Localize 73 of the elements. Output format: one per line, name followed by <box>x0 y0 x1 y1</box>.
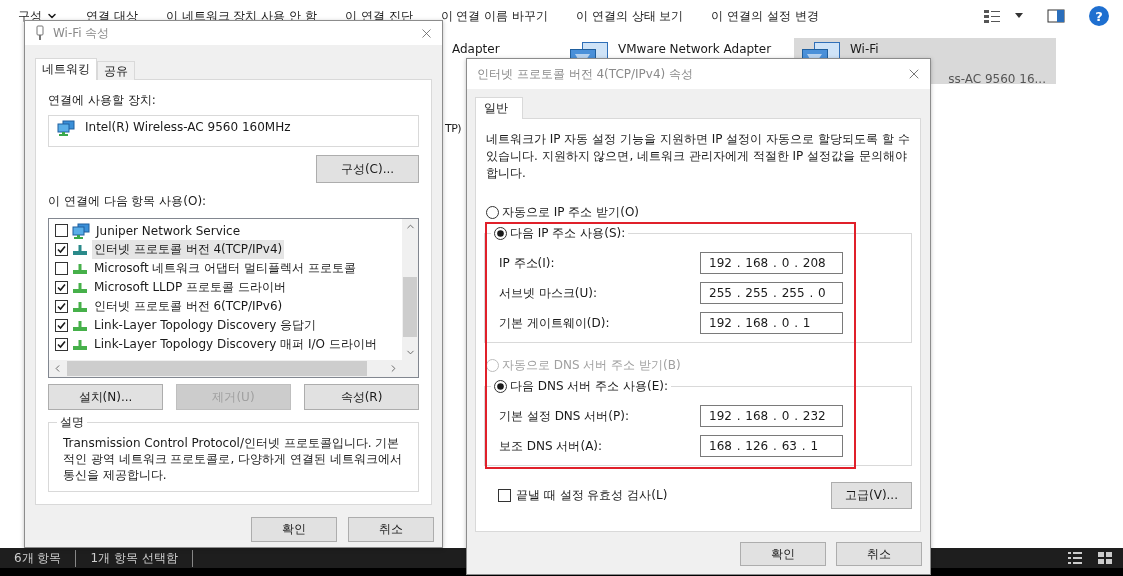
protocol-icon <box>72 338 88 351</box>
list-item[interactable]: Link-Layer Topology Discovery 응답기 <box>55 316 402 335</box>
checkbox[interactable] <box>55 338 68 351</box>
field-label: 서브넷 마스크(U): <box>499 284 597 302</box>
checkbox[interactable] <box>55 319 68 332</box>
ip-address-field[interactable]: 192 . 168 . 0 . 208 <box>700 252 843 274</box>
checkbox[interactable] <box>55 262 68 275</box>
list-item[interactable]: Microsoft LLDP 프로토콜 드라이버 <box>55 278 402 297</box>
ip-address-field[interactable]: 192 . 168 . 0 . 1 <box>700 312 843 334</box>
ok-button[interactable]: 확인 <box>740 542 826 566</box>
details-view-icon[interactable] <box>1067 551 1083 565</box>
intro-text: 네트워크가 IP 자동 설정 기능을 지원하면 IP 설정이 자동으로 할당되도록 할 수 있습니다. 지원하지 않으면, 네트워크 관리자에게 적절한 IP 설정값을 문의해야 합니다. <box>486 131 911 182</box>
tab[interactable]: 네트워킹 <box>35 58 97 80</box>
list-item[interactable]: Juniper Network Service <box>55 221 402 240</box>
window-title: Wi-Fi 속성 <box>53 24 111 42</box>
status-text: 1개 항목 선택함 <box>90 549 193 567</box>
toolbar-button[interactable]: 이 연결의 설정 변경 <box>711 7 819 25</box>
toolbar-button[interactable]: 이 연결의 상태 보기 <box>576 7 684 25</box>
validate-checkbox-label[interactable]: 끝낼 때 설정 유효성 검사(L) <box>498 486 668 504</box>
cancel-button[interactable]: 취소 <box>348 517 434 542</box>
adapter-name: VMware Network Adapter <box>618 42 773 56</box>
ip-address-field[interactable]: 255 . 255 . 255 . 0 <box>700 282 843 304</box>
radio-button[interactable] <box>494 226 507 240</box>
device-box: Intel(R) Wireless-AC 9560 160MHz <box>48 115 419 147</box>
tab[interactable]: 공유 <box>97 61 135 80</box>
field-label: 보조 DNS 서버(A): <box>499 437 603 455</box>
checkbox[interactable] <box>498 488 511 502</box>
protocol-icon <box>72 319 88 332</box>
field-label: 기본 게이트웨이(D): <box>499 314 610 332</box>
large-icons-view-icon[interactable] <box>1097 551 1113 565</box>
protocol-icon <box>72 243 88 256</box>
cancel-button[interactable]: 취소 <box>836 542 922 566</box>
ok-button[interactable]: 확인 <box>251 517 337 542</box>
group-title: 설명 <box>57 414 87 430</box>
view-options-icon[interactable] <box>983 8 1001 24</box>
caret-icon[interactable] <box>1015 13 1023 19</box>
checkbox[interactable] <box>55 224 68 237</box>
radio-button[interactable] <box>486 206 499 219</box>
status-text: 6개 항목 <box>14 549 77 567</box>
configure-button[interactable]: 구성(C)... <box>316 155 419 183</box>
protocol-icon <box>72 300 88 313</box>
action-button[interactable]: 설치(N)... <box>48 384 163 410</box>
list-item[interactable]: Link-Layer Topology Discovery 매퍼 I/O 드라이버 <box>55 335 402 354</box>
protocol-icon <box>72 281 88 294</box>
list-item[interactable]: Microsoft 네트워크 어댑터 멀티플렉서 프로토콜 <box>55 259 402 278</box>
checkbox[interactable] <box>55 243 68 256</box>
action-button[interactable]: 속성(R) <box>304 384 419 410</box>
window-title: 인터넷 프로토콜 버전 4(TCP/IPv4) 속성 <box>477 65 695 83</box>
network-service-icon <box>72 222 90 239</box>
network-adapter-icon <box>57 120 75 136</box>
help-button[interactable]: ? <box>1089 6 1109 26</box>
checkbox[interactable] <box>55 300 68 313</box>
toolbar-button[interactable]: 이 연결 이름 바꾸기 <box>440 7 548 25</box>
protocol-icon <box>72 262 88 275</box>
list-item[interactable]: 인터넷 프로토콜 버전 6(TCP/IPv6) <box>55 297 402 316</box>
adapter-name: TP) <box>445 122 462 135</box>
radio-button[interactable] <box>494 379 507 393</box>
description-text: Transmission Control Protocol/인터넷 프로토콜입니다. 기본적인 광역 네트워크 프로토콜로, 다양하게 연결된 네트워크에서 통신을 제공합니다. <box>63 435 403 483</box>
adapter-plug-icon <box>35 25 45 41</box>
ip-address-field[interactable]: 192 . 168 . 0 . 232 <box>700 405 843 427</box>
preview-pane-icon[interactable] <box>1047 8 1065 24</box>
ip-address-field[interactable]: 168 . 126 . 63 . 1 <box>700 435 843 457</box>
field-label: 기본 설정 DNS 서버(P): <box>499 407 629 425</box>
adapter-name: Wi-Fi <box>850 42 880 56</box>
advanced-button[interactable]: 고급(V)... <box>831 481 912 509</box>
field-label: IP 주소(I): <box>499 254 555 272</box>
adapter-name: Adapter <box>452 42 500 56</box>
tab[interactable]: 일반 <box>475 97 523 119</box>
radio-option[interactable]: 자동으로 IP 주소 받기(O) <box>486 204 640 221</box>
adapter-detail: ss-AC 9560 16... <box>948 72 1046 86</box>
items-label: 이 연결에 다음 항목 사용(O): <box>48 193 208 210</box>
checkbox[interactable] <box>55 281 68 294</box>
device-label: 연결에 사용할 장치: <box>48 92 157 109</box>
